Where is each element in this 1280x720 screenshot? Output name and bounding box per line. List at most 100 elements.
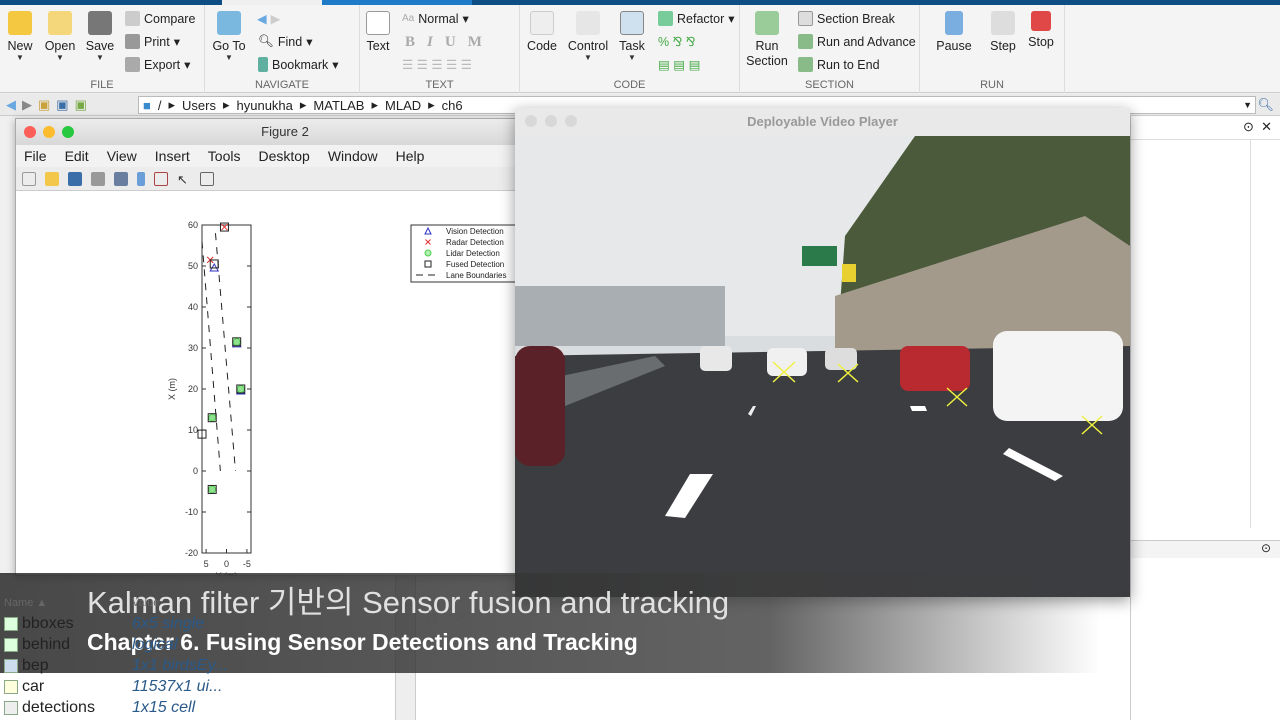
compare-button[interactable]: Compare: [125, 11, 195, 26]
path-segment[interactable]: hyunukha: [237, 98, 293, 113]
code-icon: [530, 11, 554, 35]
underline-button[interactable]: U: [445, 34, 456, 51]
find-button[interactable]: 🔍︎ Find ▾: [258, 34, 312, 49]
maximize-button[interactable]: [565, 115, 577, 127]
panel-menu-icon[interactable]: ⊙: [1261, 541, 1271, 555]
style-dropdown[interactable]: Aa Normal ▾: [402, 11, 469, 27]
search-icon[interactable]: 🔍︎: [1257, 97, 1274, 113]
menu-desktop[interactable]: Desktop: [258, 148, 309, 164]
run-group: Pause Step Stop RUN: [920, 5, 1065, 93]
code-button[interactable]: Code: [520, 11, 564, 53]
section-break-button[interactable]: Section Break: [798, 11, 895, 26]
y-tick-label: -20: [185, 548, 198, 558]
browse-folder-icon[interactable]: ▣: [56, 97, 68, 113]
code-group-label: CODE: [613, 79, 646, 91]
path-segment[interactable]: MATLAB: [313, 98, 364, 113]
menu-edit[interactable]: Edit: [65, 148, 89, 164]
menu-window[interactable]: Window: [328, 148, 378, 164]
close-button[interactable]: [24, 126, 36, 138]
close-button[interactable]: [525, 115, 537, 127]
editor-area[interactable]: [1131, 140, 1251, 528]
x-tick-label: 0: [224, 559, 229, 569]
print-icon[interactable]: [91, 171, 105, 186]
save-icon: [88, 11, 112, 35]
path-dropdown-icon[interactable]: ▼: [1243, 100, 1252, 110]
menu-tools[interactable]: Tools: [208, 148, 241, 164]
maximize-button[interactable]: [62, 126, 74, 138]
run-end-button[interactable]: Run to End: [798, 57, 880, 72]
value-column-header[interactable]: Value: [132, 597, 159, 609]
text-doc-icon: [366, 11, 390, 35]
indent-icons[interactable]: ▤ ▤ ▤: [658, 57, 700, 72]
path-segment[interactable]: Users: [182, 98, 216, 113]
workspace-variable[interactable]: car 11537x1 ui...: [4, 678, 222, 696]
comment-icons[interactable]: % ⅋ ⅋: [658, 34, 696, 49]
list-align-icons: ☰ ☰ ☰ ☰ ☰: [402, 58, 472, 72]
lidar-detection-point: [208, 413, 217, 422]
legend-icon[interactable]: [154, 171, 168, 186]
run-section-button[interactable]: Run Section: [744, 11, 790, 69]
menu-view[interactable]: View: [107, 148, 137, 164]
y-tick-label: 60: [188, 220, 198, 230]
bold-button[interactable]: B: [405, 34, 415, 51]
back-forward-buttons[interactable]: ◀ ▶: [257, 11, 280, 26]
minimize-button[interactable]: [545, 115, 557, 127]
legend-entry: Lane Boundaries: [446, 271, 507, 280]
save-button[interactable]: Save ▼: [78, 11, 122, 62]
menu-insert[interactable]: Insert: [155, 148, 190, 164]
workspace-variable[interactable]: bep 1x1 birdsEy...: [4, 657, 228, 675]
print-button[interactable]: Print ▾: [125, 34, 180, 49]
workspace-variable[interactable]: bboxes 6x5 single: [4, 615, 204, 633]
menu-file[interactable]: File: [24, 148, 47, 164]
minimize-button[interactable]: [43, 126, 55, 138]
pointer-icon[interactable]: ↖: [177, 172, 191, 187]
colorbar-icon[interactable]: [137, 171, 145, 186]
open-icon[interactable]: [45, 171, 59, 186]
refactor-icon: [658, 11, 673, 26]
mono-button[interactable]: M: [468, 34, 482, 51]
workspace-variable[interactable]: detections 1x15 cell: [4, 699, 195, 717]
magnifier-icon: 🔍︎: [258, 34, 274, 48]
link-plot-icon[interactable]: [114, 171, 128, 186]
path-segment[interactable]: MLAD: [385, 98, 421, 113]
task-button[interactable]: Task ▼: [610, 11, 654, 62]
plot-area[interactable]: 6050403020100-10-2050-5Y (m)X (m)Vision …: [16, 191, 554, 575]
control-button[interactable]: Control ▼: [565, 11, 611, 62]
path-segment[interactable]: ch6: [442, 98, 463, 113]
panel-menu-icon[interactable]: ⊙: [1243, 119, 1254, 134]
bookmark-button[interactable]: Bookmark ▾: [258, 57, 339, 72]
save-icon[interactable]: [68, 171, 82, 186]
new-button[interactable]: New ▼: [0, 11, 42, 62]
x-tick-label: 5: [204, 559, 209, 569]
stop-button[interactable]: Stop: [1019, 11, 1063, 49]
refactor-button[interactable]: Refactor ▾: [658, 11, 735, 26]
new-figure-icon[interactable]: [22, 171, 36, 186]
legend-entry: Radar Detection: [446, 238, 504, 247]
video-title-bar: Deployable Video Player: [515, 108, 1130, 136]
workspace-variable[interactable]: behind logical: [4, 636, 177, 654]
back-arrow-icon[interactable]: ◀: [257, 11, 267, 26]
open-button[interactable]: Open ▼: [38, 11, 82, 62]
run-advance-button[interactable]: Run and Advance: [798, 34, 916, 49]
goto-button[interactable]: Go To ▼: [207, 11, 251, 62]
figure-title-bar: Figure 2: [16, 119, 554, 145]
export-button[interactable]: Export ▾: [125, 57, 190, 72]
cell-icon: [4, 701, 18, 715]
back-icon[interactable]: ◀: [6, 97, 16, 113]
name-column-header[interactable]: Name ▲: [4, 597, 47, 609]
dock-icon[interactable]: [200, 171, 214, 186]
close-icon[interactable]: ✕: [1261, 119, 1272, 134]
forward-arrow-icon[interactable]: ▶: [271, 11, 281, 26]
up-folder-icon[interactable]: ▣: [38, 97, 50, 113]
italic-button[interactable]: I: [427, 34, 433, 51]
figure-toolbar: ↖: [16, 167, 554, 191]
search-folder-icon[interactable]: ▣: [75, 97, 87, 113]
text-button[interactable]: Text: [356, 11, 400, 53]
menu-help[interactable]: Help: [396, 148, 425, 164]
pause-button[interactable]: Pause: [932, 11, 976, 53]
lidar-detection-point: [236, 385, 245, 393]
forward-icon[interactable]: ▶: [22, 97, 32, 113]
object-icon: [4, 659, 18, 673]
section-group: Run Section Section Break Run and Advanc…: [740, 5, 920, 93]
y-tick-label: 0: [193, 466, 198, 476]
